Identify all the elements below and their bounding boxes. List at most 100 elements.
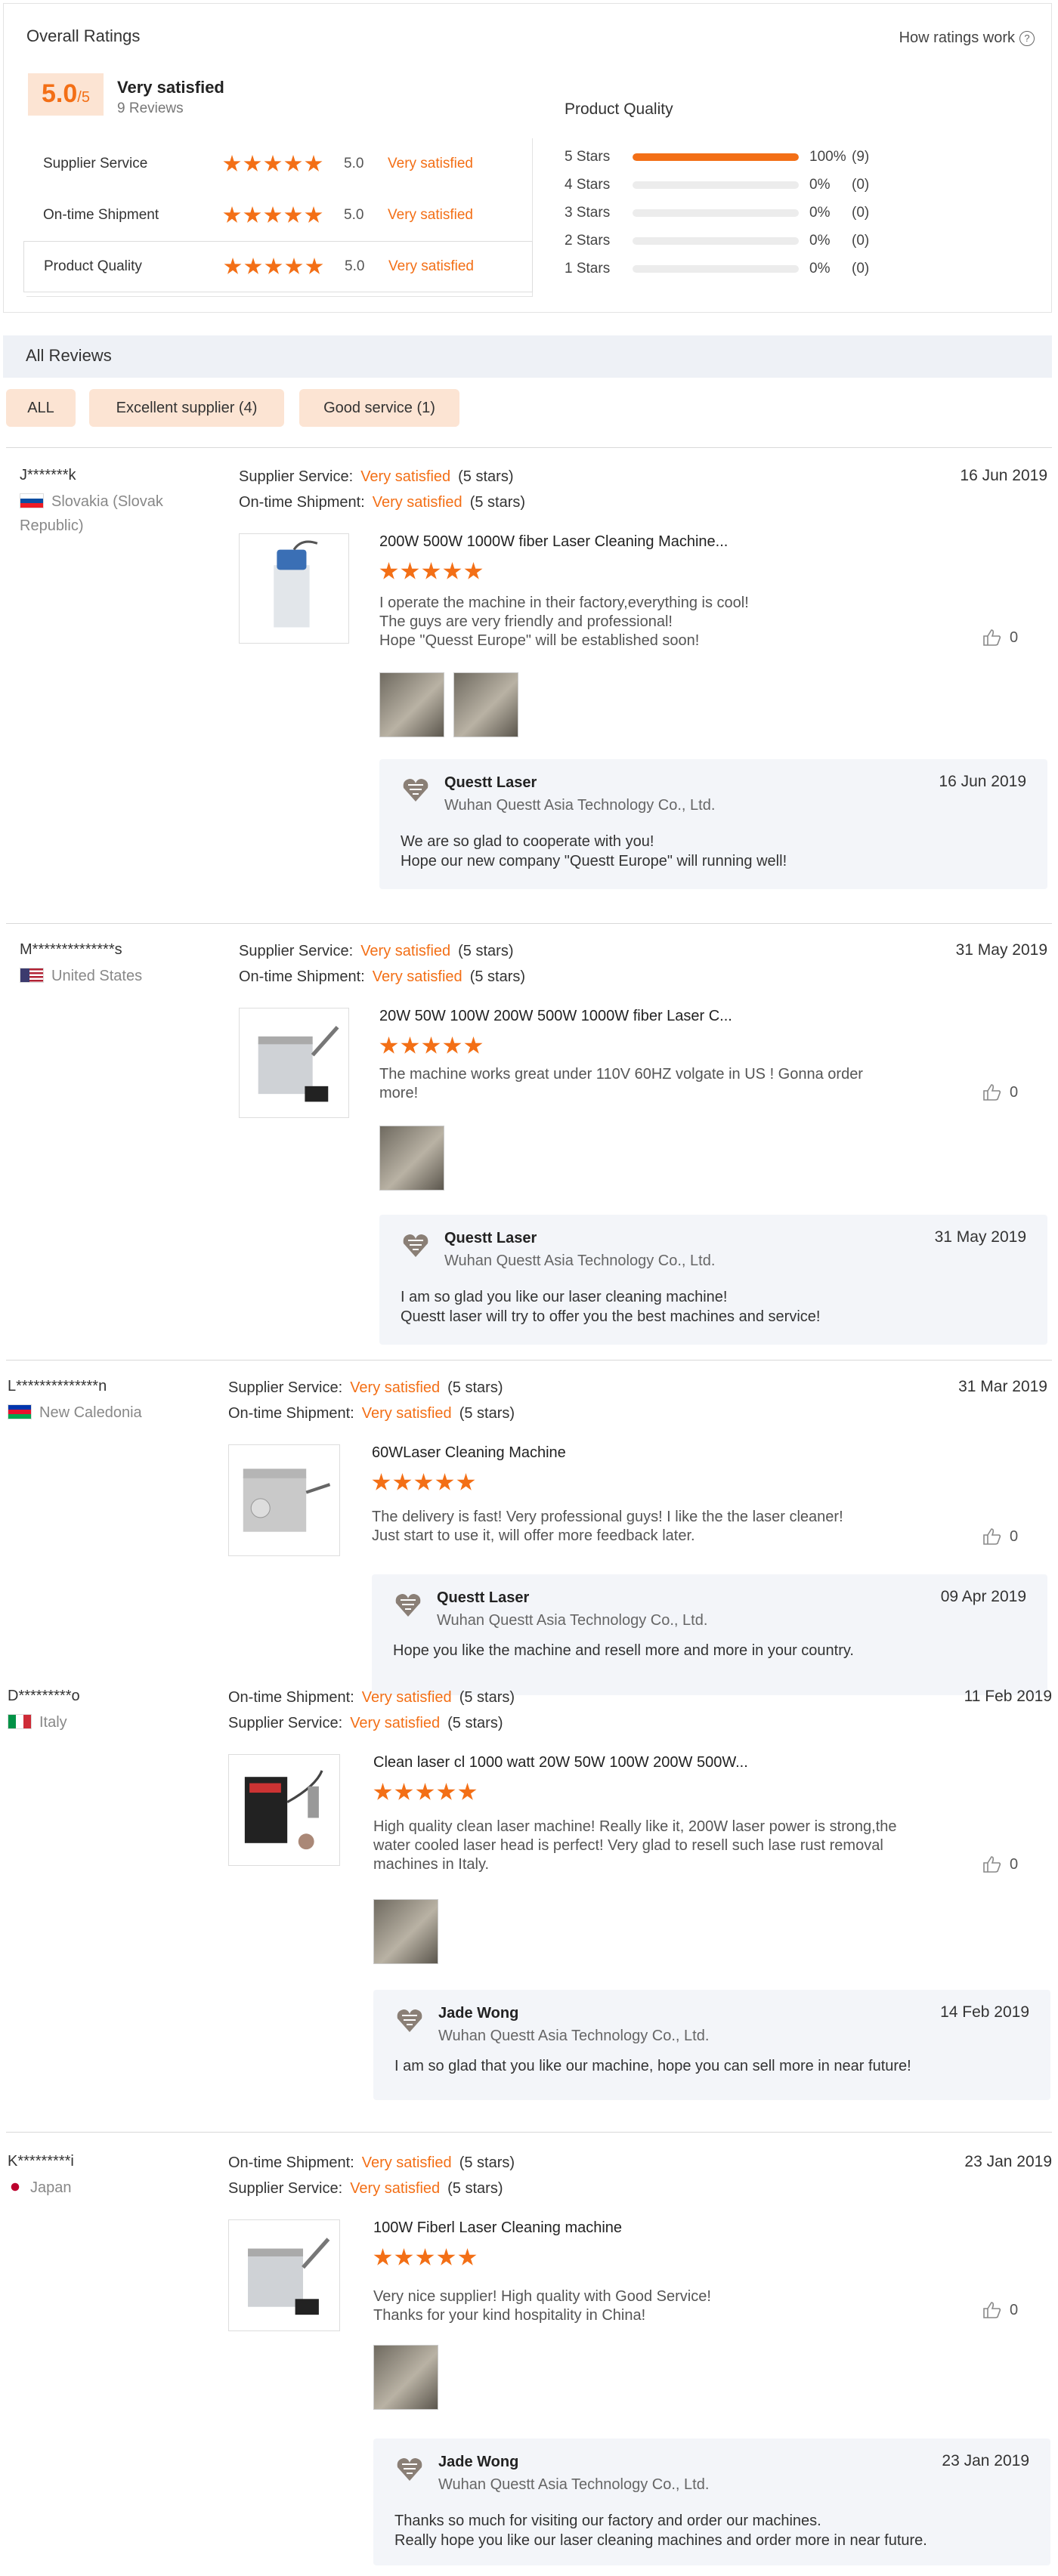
review-star-rating bbox=[372, 1473, 475, 1496]
category-label: On-time Shipment bbox=[43, 207, 159, 223]
product-thumbnail[interactable] bbox=[228, 1754, 340, 1866]
overall-satisfaction: Very satisfied bbox=[117, 78, 224, 97]
rating-meta-stars: (5 stars) bbox=[447, 2180, 503, 2197]
product-title-link[interactable]: Clean laser cl 1000 watt 20W 50W 100W 20… bbox=[373, 1754, 748, 1771]
star-icon bbox=[243, 155, 261, 171]
review-date: 31 Mar 2019 bbox=[958, 1378, 1047, 1395]
review-date: 11 Feb 2019 bbox=[964, 1688, 1052, 1705]
distribution-percent: 0% bbox=[809, 261, 831, 276]
review-date: 23 Jan 2019 bbox=[964, 2153, 1052, 2170]
star-icon bbox=[435, 1473, 454, 1490]
distribution-bar bbox=[633, 237, 799, 245]
distribution-label: 5 Stars bbox=[565, 149, 611, 165]
rating-meta-stars: (5 stars) bbox=[458, 943, 514, 959]
reply-text-line: I am so glad that you like our machine, … bbox=[394, 2058, 911, 2074]
distribution-label: 4 Stars bbox=[565, 177, 611, 193]
review-photo[interactable] bbox=[373, 2345, 438, 2410]
distribution-percent: 0% bbox=[809, 233, 831, 249]
star-icon bbox=[372, 1473, 391, 1490]
like-button[interactable]: 0 bbox=[982, 1527, 1018, 1546]
rating-meta-line: On-time Shipment: Very satisfied (5 stars) bbox=[228, 1689, 515, 1707]
review-text-line: Thanks for your kind hospitality in Chin… bbox=[373, 2307, 646, 2324]
review-text-line: The delivery is fast! Very professional … bbox=[372, 1509, 843, 1525]
distribution-row: 3 Stars 0% (0) bbox=[565, 203, 869, 223]
star-icon bbox=[394, 1783, 413, 1800]
review-text: Very nice supplier! High quality with Go… bbox=[373, 2287, 917, 2325]
all-reviews-header: All Reviews bbox=[3, 335, 1052, 378]
distribution-bar-fill bbox=[633, 153, 799, 161]
rating-meta-stars: (5 stars) bbox=[458, 468, 514, 485]
category-score: 5.0 bbox=[345, 258, 365, 274]
star-icon bbox=[223, 206, 241, 223]
product-thumbnail[interactable] bbox=[239, 533, 349, 644]
category-score: 5.0 bbox=[344, 207, 364, 223]
product-title-link[interactable]: 60WLaser Cleaning Machine bbox=[372, 1444, 566, 1462]
rating-meta-value: Very satisfied bbox=[350, 2180, 441, 2197]
star-icon bbox=[244, 258, 262, 274]
supplier-logo-icon bbox=[394, 2454, 425, 2484]
product-title-link[interactable]: 100W Fiberl Laser Cleaning machine bbox=[373, 2219, 622, 2237]
star-icon bbox=[401, 1036, 419, 1054]
star-icon bbox=[264, 206, 282, 223]
product-thumbnail[interactable] bbox=[239, 1008, 349, 1118]
distribution-row: 1 Stars 0% (0) bbox=[565, 259, 869, 279]
distribution-row: 2 Stars 0% (0) bbox=[565, 231, 869, 251]
reply-text-line: Thanks so much for visiting our factory … bbox=[394, 2513, 821, 2529]
reply-text: I am so glad that you like our machine, … bbox=[394, 2056, 1029, 2076]
distribution-row: 4 Stars 0% (0) bbox=[565, 175, 869, 195]
overall-score: 5.0 bbox=[42, 79, 78, 108]
review-photo[interactable] bbox=[379, 1126, 444, 1191]
reply-text-line: Really hope you like our laser cleaning … bbox=[394, 2532, 927, 2549]
product-title-link[interactable]: 200W 500W 1000W fiber Laser Cleaning Mac… bbox=[379, 533, 728, 551]
rating-meta-line: Supplier Service: Very satisfied (5 stars) bbox=[228, 1715, 503, 1732]
like-count: 0 bbox=[1010, 2301, 1019, 2318]
distribution-count: (0) bbox=[852, 233, 870, 249]
reply-text: Thanks so much for visiting our factory … bbox=[394, 2511, 1029, 2550]
reviewer-name: J*******k bbox=[20, 467, 76, 483]
star-icon bbox=[414, 1473, 433, 1490]
filter-excellent-supplier-button[interactable]: Excellent supplier (4) bbox=[89, 389, 284, 427]
reply-company: Wuhan Questt Asia Technology Co., Ltd. bbox=[437, 1612, 708, 1629]
reply-date: 23 Jan 2019 bbox=[942, 2452, 1029, 2469]
review-photo[interactable] bbox=[453, 672, 518, 737]
star-icon bbox=[305, 206, 323, 223]
like-count: 0 bbox=[1010, 1527, 1019, 1545]
like-button[interactable]: 0 bbox=[982, 629, 1018, 647]
product-thumbnail[interactable] bbox=[228, 2219, 340, 2331]
rating-meta-label: On-time Shipment: bbox=[228, 1689, 354, 1706]
thumbs-up-icon bbox=[982, 1083, 1002, 1101]
review-photo[interactable] bbox=[379, 672, 444, 737]
supplier-reply: Jade Wong Wuhan Questt Asia Technology Co… bbox=[373, 1990, 1050, 2100]
distribution-bar bbox=[633, 181, 799, 189]
how-ratings-work-link[interactable]: How ratings work ? bbox=[899, 29, 1035, 47]
country-name: Japan bbox=[30, 2179, 72, 2196]
star-icon bbox=[284, 206, 302, 223]
like-button[interactable]: 0 bbox=[982, 2301, 1018, 2319]
like-button[interactable]: 0 bbox=[982, 1855, 1018, 1873]
filter-good-service-button[interactable]: Good service (1) bbox=[299, 389, 459, 427]
review-text-line: water cooled laser head is perfect! Very… bbox=[373, 1837, 883, 1854]
reviewer-country: Japan bbox=[8, 2176, 174, 2200]
reply-company: Wuhan Questt Asia Technology Co., Ltd. bbox=[438, 2028, 710, 2044]
distribution-percent: 0% bbox=[809, 177, 831, 193]
product-title-link[interactable]: 20W 50W 100W 200W 500W 1000W fiber Laser… bbox=[379, 1008, 732, 1025]
distribution-count: (0) bbox=[852, 261, 870, 276]
reply-author: Questt Laser bbox=[444, 1230, 537, 1246]
divider bbox=[6, 1360, 1052, 1361]
filter-all-button[interactable]: ALL bbox=[6, 389, 76, 427]
category-row-product-quality[interactable]: Product Quality 5.0 Very satisfied bbox=[23, 241, 533, 292]
rating-meta-label: On-time Shipment: bbox=[228, 1405, 354, 1422]
rating-meta-value: Very satisfied bbox=[361, 1405, 452, 1422]
star-rating bbox=[224, 258, 323, 276]
supplier-reply: Questt Laser Wuhan Questt Asia Technology… bbox=[379, 1215, 1047, 1345]
rating-meta-value: Very satisfied bbox=[360, 468, 451, 485]
star-icon bbox=[223, 155, 241, 171]
reply-text-line: Hope you like the machine and resell mor… bbox=[393, 1642, 854, 1659]
rating-meta-stars: (5 stars) bbox=[447, 1379, 503, 1396]
distribution-bar bbox=[633, 265, 799, 273]
like-button[interactable]: 0 bbox=[982, 1083, 1018, 1101]
product-thumbnail[interactable] bbox=[228, 1444, 340, 1556]
star-icon bbox=[243, 206, 261, 223]
like-count: 0 bbox=[1010, 1855, 1019, 1873]
review-photo[interactable] bbox=[373, 1899, 438, 1964]
